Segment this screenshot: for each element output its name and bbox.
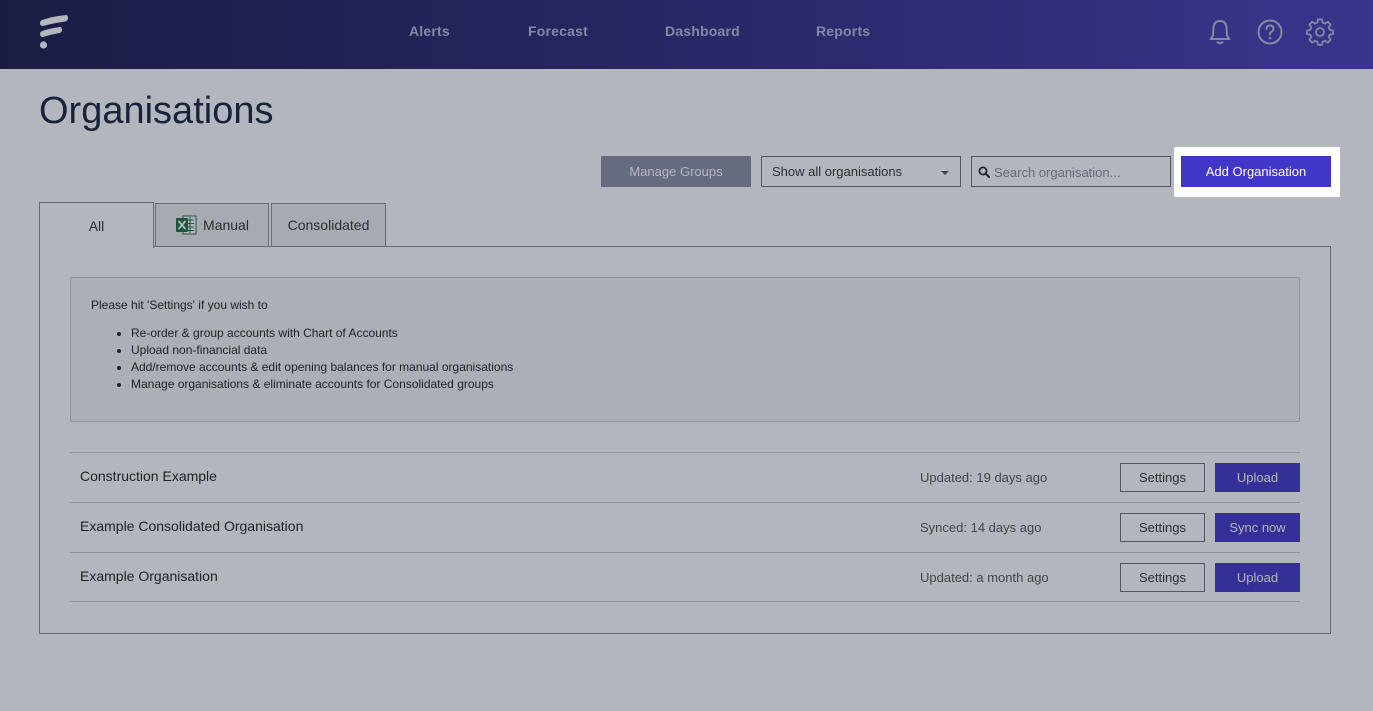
organisation-row: Construction Example Updated: 19 days ag… (70, 452, 1300, 502)
organisation-name[interactable]: Example Organisation (80, 568, 218, 584)
settings-button[interactable]: Settings (1120, 463, 1205, 492)
search-input[interactable] (994, 161, 1164, 183)
sync-now-button[interactable]: Sync now (1215, 513, 1300, 542)
info-item: Manage organisations & eliminate account… (131, 376, 513, 393)
nav-dashboard[interactable]: Dashboard (665, 23, 740, 39)
app-logo-icon[interactable] (38, 14, 70, 52)
nav-forecast[interactable]: Forecast (528, 23, 588, 39)
organisation-name[interactable]: Example Consolidated Organisation (80, 518, 303, 534)
settings-info-box: Please hit 'Settings' if you wish to Re-… (70, 277, 1300, 422)
settings-button[interactable]: Settings (1120, 563, 1205, 592)
manage-groups-button[interactable]: Manage Groups (601, 156, 751, 187)
top-nav-bar: Alerts Forecast Dashboard Reports (0, 0, 1373, 69)
page-title: Organisations (39, 90, 274, 132)
organisation-name[interactable]: Construction Example (80, 468, 217, 484)
tab-manual-label: Manual (203, 217, 249, 233)
organisation-status: Updated: 19 days ago (920, 470, 1048, 485)
organisation-row: Example Organisation Updated: a month ag… (70, 552, 1300, 602)
upload-button[interactable]: Upload (1215, 563, 1300, 592)
tab-all-label: All (88, 217, 105, 234)
organisation-filter-select[interactable]: Show all organisations (761, 156, 961, 187)
nav-reports[interactable]: Reports (816, 23, 870, 39)
tab-manual[interactable]: Manual (155, 203, 269, 246)
organisation-status: Updated: a month ago (920, 570, 1049, 585)
caret-down-icon (941, 171, 949, 175)
tour-spotlight: Add Organisation (1174, 147, 1340, 197)
info-item: Re-order & group accounts with Chart of … (131, 325, 513, 342)
info-list: Re-order & group accounts with Chart of … (131, 325, 513, 393)
info-intro: Please hit 'Settings' if you wish to (91, 298, 268, 312)
nav-alerts[interactable]: Alerts (409, 23, 450, 39)
filter-selected-value: Show all organisations (772, 164, 903, 179)
settings-button[interactable]: Settings (1120, 513, 1205, 542)
info-item: Upload non-financial data (131, 342, 513, 359)
tab-all[interactable]: All (39, 202, 154, 248)
bell-icon[interactable] (1206, 18, 1234, 46)
search-field[interactable] (971, 156, 1171, 187)
info-item: Add/remove accounts & edit opening balan… (131, 359, 513, 376)
organisation-status: Synced: 14 days ago (920, 520, 1042, 535)
help-icon[interactable] (1256, 18, 1284, 46)
excel-icon (175, 214, 197, 236)
gear-icon[interactable] (1306, 18, 1334, 46)
tab-consolidated-label: Consolidated (287, 217, 370, 233)
search-icon (978, 165, 990, 178)
tab-consolidated[interactable]: Consolidated (271, 203, 386, 246)
add-organisation-button[interactable]: Add Organisation (1181, 156, 1331, 187)
organisation-row: Example Consolidated Organisation Synced… (70, 502, 1300, 552)
upload-button[interactable]: Upload (1215, 463, 1300, 492)
